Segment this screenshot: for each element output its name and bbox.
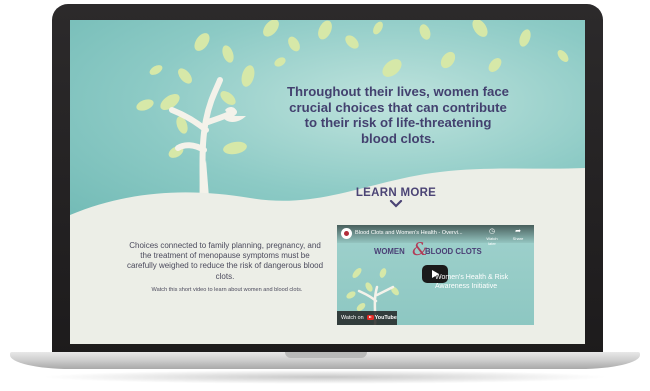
video-title[interactable]: Blood Clots and Women's Health - Overvi.… (355, 230, 480, 236)
website-screen: Throughout their lives, women face cruci… (70, 20, 585, 344)
video-initiative-text: Women's Health & Risk Awareness Initiati… (435, 274, 509, 290)
chevron-down-icon (389, 200, 403, 208)
clock-icon: ◷ (488, 228, 496, 235)
intro-paragraph: Choices connected to family planning, pr… (126, 241, 324, 281)
laptop-shadow (40, 370, 610, 384)
watch-later-button[interactable]: ◷ Watch later (482, 228, 502, 246)
video-brand-women: WOMEN (374, 247, 405, 256)
video-caption: Watch this short video to learn about wo… (151, 287, 303, 293)
channel-avatar[interactable] (341, 228, 352, 239)
learn-more-label: LEARN MORE (355, 187, 437, 199)
learn-more-link[interactable]: LEARN MORE (340, 187, 452, 208)
video-brand-blood-clots: BLOOD CLOTS (425, 247, 482, 256)
share-icon: ➦ (515, 228, 521, 235)
youtube-video-embed[interactable]: Blood Clots and Women's Health - Overvi.… (337, 225, 534, 325)
laptop-notch (285, 352, 367, 358)
hero-headline: Throughout their lives, women face cruci… (286, 84, 510, 146)
share-button[interactable]: ➦ Share (508, 228, 528, 241)
watch-on-youtube-button[interactable]: Watch on YouTube (337, 311, 397, 325)
youtube-logo-icon (366, 314, 374, 320)
